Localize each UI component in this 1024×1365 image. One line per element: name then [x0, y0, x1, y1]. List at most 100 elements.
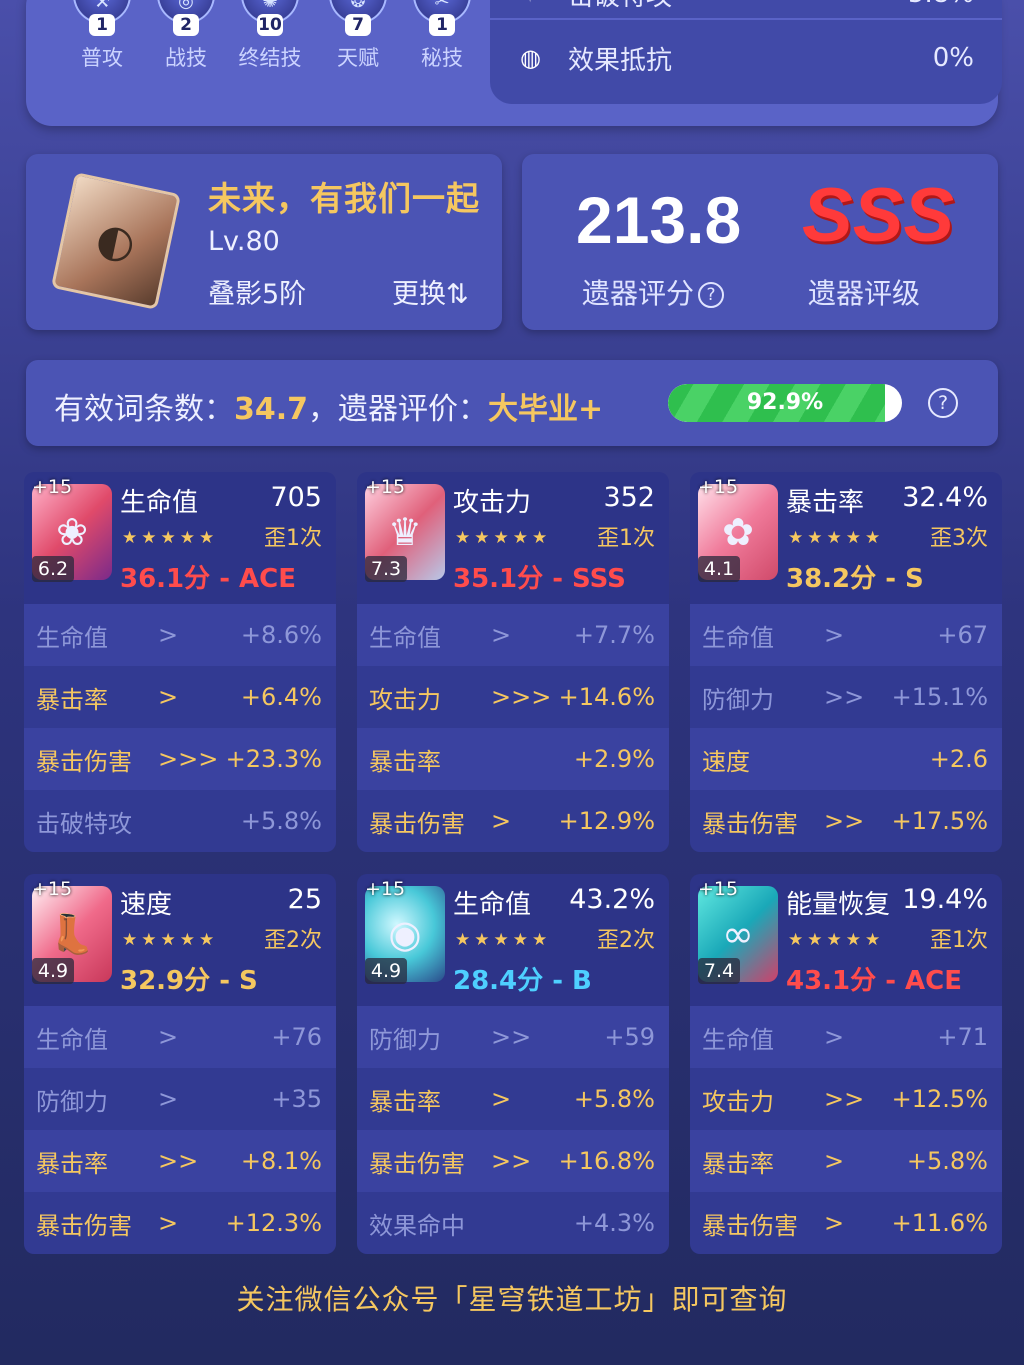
substat-value: +71	[937, 1023, 988, 1051]
relic-rarity-stars: ★★★★★	[455, 528, 552, 548]
relic-main-stat: 能量恢复	[786, 890, 891, 920]
relic-substat-row: 生命值 > +7.7%	[357, 604, 669, 666]
help-icon[interactable]: ?	[928, 388, 958, 418]
relic-grade-label: 遗器评级	[808, 277, 921, 310]
substat-roll-arrows: >	[491, 621, 512, 649]
substat-roll-arrows: >	[824, 1147, 845, 1175]
substat-label: 暴击伤害	[36, 1211, 132, 1240]
relic-main-value: 32.4%	[902, 482, 988, 513]
substat-label: 生命值	[36, 1025, 108, 1054]
substat-roll-arrows: >>	[491, 1147, 532, 1175]
substat-roll-arrows: >>>	[158, 745, 219, 773]
substat-label: 暴击伤害	[36, 747, 132, 776]
substat-label: 暴击率	[369, 1087, 441, 1116]
skill-name: 终结技	[238, 46, 302, 70]
relic-substat-row: 暴击率 >> +8.1%	[24, 1130, 336, 1192]
relic-substat-row: 暴击率 > +5.8%	[690, 1130, 1002, 1192]
substat-value: +5.8%	[240, 807, 322, 835]
relic-weight: 7.4	[698, 958, 740, 984]
skill-level: 7	[345, 14, 371, 36]
substat-value: +12.3%	[225, 1209, 322, 1237]
effective-count-label: 有效词条数：	[54, 392, 234, 427]
evaluation-text: 有效词条数：34.7，遗器评价：大毕业+	[54, 384, 603, 428]
stats-box: ✦ 击破特攻 5.8% ◍ 效果抵抗 0%	[490, 0, 1002, 104]
relic-rarity-stars: ★★★★★	[455, 930, 552, 950]
skill-level: 1	[89, 14, 115, 36]
skill-name: 秘技	[421, 46, 463, 70]
substat-label: 暴击率	[36, 1149, 108, 1178]
break-effect-icon: ✦	[520, 0, 556, 8]
substat-value: +76	[271, 1023, 322, 1051]
substat-roll-arrows: >	[824, 1209, 845, 1237]
skill-item[interactable]: ✂ 1 秘技	[406, 0, 478, 72]
relic-enhance-level: +15	[365, 476, 406, 498]
substat-value: +4.3%	[573, 1209, 655, 1237]
substat-roll-arrows: >	[824, 1023, 845, 1051]
skill-level: 1	[429, 14, 455, 36]
relic-card[interactable]: ✿ +15 4.1 暴击率 32.4% ★★★★★ 歪3次 38.2分 - S 生命值 > +67 防…	[690, 472, 1002, 852]
relic-score: 28.4分 - B	[453, 966, 592, 996]
substat-value: +5.8%	[906, 1147, 988, 1175]
relic-score: 35.1分 - SSS	[453, 564, 626, 594]
substat-value: +67	[937, 621, 988, 649]
substat-value: +16.8%	[558, 1147, 655, 1175]
effective-count-value: 34.7	[234, 392, 309, 427]
substat-label: 暴击率	[36, 685, 108, 714]
lightcone-change-button[interactable]: 更换⇅	[392, 272, 469, 311]
skill-item[interactable]: ⚒ 1 普攻	[66, 0, 138, 72]
substat-roll-arrows: >	[158, 621, 179, 649]
skill-item[interactable]: ◎ 2 战技	[150, 0, 222, 72]
relic-header: ✿ +15 4.1 暴击率 32.4% ★★★★★ 歪3次 38.2分 - S	[690, 472, 1002, 604]
lightcone-card: ◐ 未来，有我们一起 Lv.80 叠影5阶 更换⇅	[26, 154, 502, 330]
progress-text: 92.9%	[746, 390, 824, 415]
relic-rarity-stars: ★★★★★	[122, 528, 219, 548]
evaluation-bar: 有效词条数：34.7，遗器评价：大毕业+ 92.9% ?	[26, 360, 998, 446]
character-top-panel: ⚒1普攻◎2战技✺10终结技❂7天赋✂1秘技 ✦ 击破特攻 5.8% ◍ 效果抵…	[26, 0, 1002, 126]
substat-label: 攻击力	[702, 1087, 774, 1116]
relic-score: 32.9分 - S	[120, 966, 258, 996]
substat-roll-arrows: >	[158, 1085, 179, 1113]
substat-roll-arrows: >>	[491, 1023, 532, 1051]
relic-main-value: 43.2%	[569, 884, 655, 915]
relic-card[interactable]: ∞ +15 7.4 能量恢复 19.4% ★★★★★ 歪1次 43.1分 - ACE 生命值 > +…	[690, 874, 1002, 1254]
relic-substat-row: 防御力 > +35	[24, 1068, 336, 1130]
relic-substat-row: 暴击伤害 >> +17.5%	[690, 790, 1002, 852]
relic-card[interactable]: ◉ +15 4.9 生命值 43.2% ★★★★★ 歪2次 28.4分 - B 防御力 >> +59…	[357, 874, 669, 1254]
relic-weight: 6.2	[32, 556, 74, 582]
substat-label: 生命值	[702, 623, 774, 652]
relic-substat-row: 击破特攻 +5.8%	[24, 790, 336, 852]
help-icon[interactable]: ?	[698, 282, 725, 308]
relic-grade-value: SSS	[802, 173, 955, 258]
relic-rarity-stars: ★★★★★	[788, 930, 885, 950]
relic-card[interactable]: ♛ +15 7.3 攻击力 352 ★★★★★ 歪1次 35.1分 - SSS 生命值 > +7.7…	[357, 472, 669, 852]
substat-label: 暴击伤害	[369, 1149, 465, 1178]
relic-substat-row: 效果命中 +4.3%	[357, 1192, 669, 1254]
substat-roll-arrows: >>	[824, 1085, 865, 1113]
skill-item[interactable]: ✺ 10 终结技	[234, 0, 306, 72]
substat-label: 速度	[702, 747, 750, 776]
relic-main-value: 19.4%	[902, 884, 988, 915]
substat-value: +2.9%	[573, 745, 655, 773]
substat-value: +23.3%	[225, 745, 322, 773]
relic-substat-row: 防御力 >> +15.1%	[690, 666, 1002, 728]
relic-score: 43.1分 - ACE	[786, 966, 963, 996]
stat-value: 0%	[932, 43, 974, 73]
relic-substat-row: 生命值 > +71	[690, 1006, 1002, 1068]
skill-item[interactable]: ❂ 7 天赋	[322, 0, 394, 72]
substat-label: 生命值	[702, 1025, 774, 1054]
relic-off-roll-count: 歪1次	[930, 928, 988, 953]
relic-card[interactable]: 👢 +15 4.9 速度 25 ★★★★★ 歪2次 32.9分 - S 生命值 > +76 防御力 > +…	[24, 874, 336, 1254]
substat-label: 暴击伤害	[702, 809, 798, 838]
evaluation-label: 遗器评价：	[338, 392, 489, 427]
relic-substat-row: 暴击伤害 >>> +23.3%	[24, 728, 336, 790]
relic-enhance-level: +15	[32, 878, 73, 900]
relic-off-roll-count: 歪3次	[930, 526, 988, 551]
relic-substat-row: 暴击伤害 > +12.3%	[24, 1192, 336, 1254]
relic-enhance-level: +15	[698, 878, 739, 900]
substat-value: +8.1%	[240, 1147, 322, 1175]
relic-card[interactable]: ❀ +15 6.2 生命值 705 ★★★★★ 歪1次 36.1分 - ACE 生命值 > +8.6…	[24, 472, 336, 852]
stat-value: 5.8%	[908, 0, 974, 9]
relic-main-stat: 暴击率	[786, 488, 865, 518]
substat-roll-arrows: >>	[158, 1147, 199, 1175]
stat-label: 效果抵抗	[568, 45, 673, 76]
